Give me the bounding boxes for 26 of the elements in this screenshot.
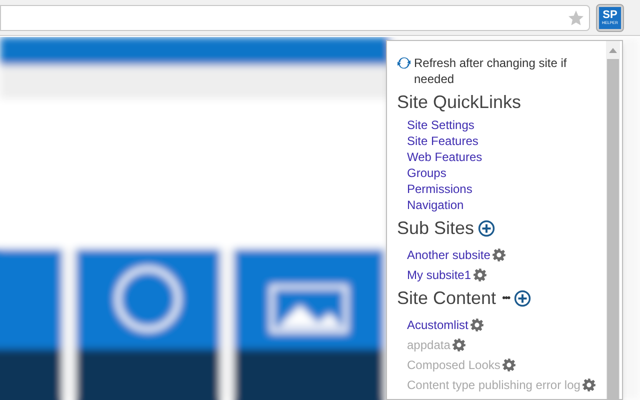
gear-icon[interactable] [470,318,484,332]
quick-link[interactable]: Permissions [407,180,472,198]
subsite-link[interactable]: My subsite1 [407,266,472,284]
add-icon[interactable] [514,290,531,306]
gear-icon[interactable] [582,378,596,392]
gear-icon[interactable] [452,338,466,352]
quick-link[interactable]: Navigation [407,196,464,214]
section-heading: Site Content [397,286,496,310]
section-heading: Site QuickLinks [397,90,522,114]
add-icon[interactable] [478,220,496,236]
refresh-icon[interactable] [397,56,411,70]
star-icon[interactable] [567,8,585,26]
more-button[interactable]: ••• [502,290,510,306]
scrollbar-thumb[interactable] [607,59,619,399]
list-link[interactable]: Acustomlist [407,316,468,334]
gear-icon[interactable] [473,268,488,282]
quick-link[interactable]: Site Settings [407,116,474,134]
gear-icon[interactable] [492,248,506,262]
section-heading: Sub Sites [397,216,474,240]
subsite-link[interactable]: Another subsite [407,246,490,264]
quick-link[interactable]: Groups [407,164,446,182]
quick-link[interactable]: Web Features [407,148,482,166]
gear-icon[interactable] [502,358,516,372]
scrollbar[interactable] [606,41,620,399]
quick-link[interactable]: Site Features [407,132,478,150]
refresh-note: Refresh after changing site if needed [414,55,568,87]
